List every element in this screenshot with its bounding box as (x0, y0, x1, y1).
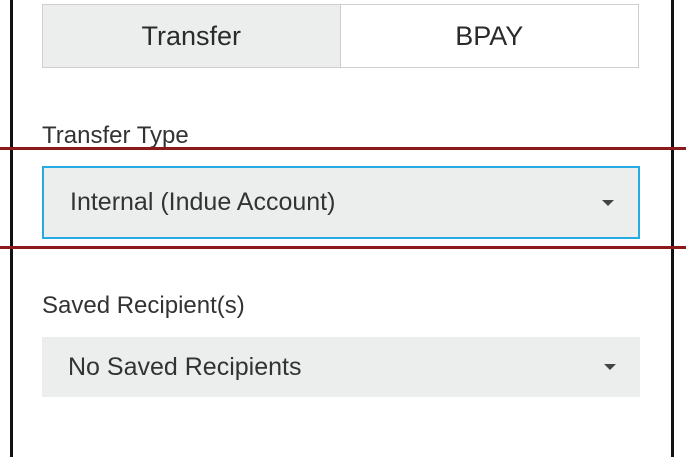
transfer-type-select[interactable]: Internal (Indue Account) (42, 166, 640, 239)
transfer-type-label: Transfer Type (42, 122, 189, 149)
tab-transfer-label: Transfer (141, 20, 242, 51)
panel-left-border (10, 0, 13, 457)
tab-bpay[interactable]: BPAY (340, 5, 638, 67)
annotation-line-bottom (0, 246, 686, 249)
transfer-mode-tabs: Transfer BPAY (42, 4, 639, 68)
tab-transfer[interactable]: Transfer (43, 5, 341, 67)
annotation-line-top (0, 147, 686, 150)
tab-bpay-label: BPAY (455, 20, 524, 51)
chevron-down-icon (602, 199, 614, 206)
saved-recipients-select[interactable]: No Saved Recipients (42, 337, 640, 397)
chevron-down-icon (604, 364, 616, 370)
transfer-form-panel: Transfer BPAY Transfer Type Internal (In… (0, 0, 686, 457)
saved-recipients-label: Saved Recipient(s) (42, 292, 245, 319)
panel-right-border (671, 0, 674, 457)
transfer-type-value: Internal (Indue Account) (70, 188, 336, 216)
saved-recipients-value: No Saved Recipients (68, 352, 302, 381)
